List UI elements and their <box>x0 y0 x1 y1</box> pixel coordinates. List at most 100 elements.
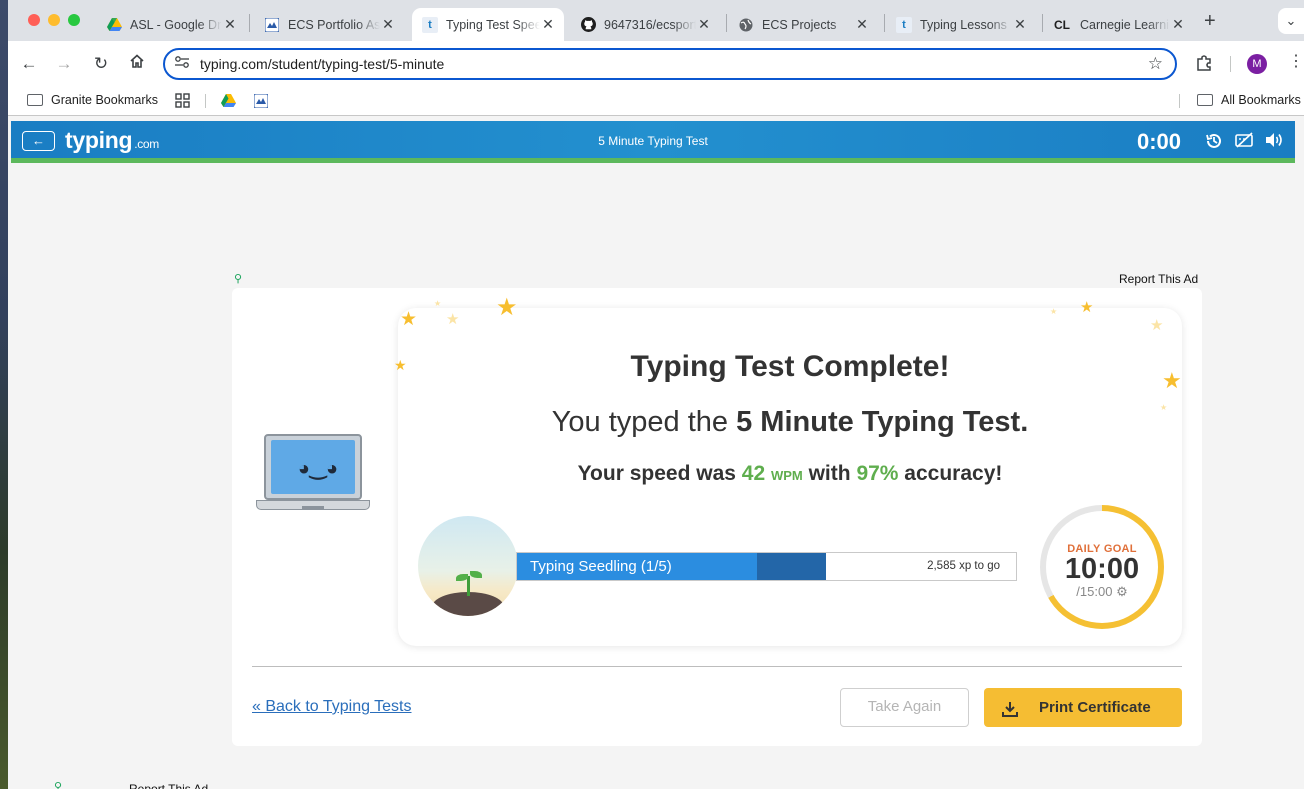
folder-icon <box>1197 94 1213 106</box>
all-bookmarks-label: All Bookmarks <box>1221 93 1301 107</box>
page-content: ← typing .com 5 Minute Typing Test 0:00 ⚲… <box>8 116 1304 789</box>
tab-title: Carnegie Learning <box>1080 17 1170 32</box>
laptop-screen-display: ◕‿◕ <box>271 440 355 494</box>
test-title: 5 Minute Typing Test <box>598 134 708 148</box>
star-icon: ★ <box>496 294 518 321</box>
level-progress-gained <box>756 553 827 580</box>
results-heading: Typing Test Complete! <box>630 350 950 383</box>
close-tab-icon[interactable]: ✕ <box>222 16 238 33</box>
accuracy-value: 97% <box>856 462 899 485</box>
tab-title: 9647316/ecsportfolio <box>604 17 696 32</box>
daily-goal-ring[interactable]: DAILY GOAL 10:00 /15:00 ⚙ <box>1040 505 1164 629</box>
granite-icon <box>264 17 280 33</box>
close-tab-icon[interactable]: ✕ <box>540 16 556 33</box>
url-text: typing.com/student/typing-test/5-minute <box>200 56 445 72</box>
maximize-window-button[interactable] <box>68 14 80 26</box>
keyboard-off-icon[interactable] <box>1233 131 1255 153</box>
tab-strip: ASL - Google Drive ✕ ECS Portfolio Assig… <box>8 0 1304 41</box>
ad-choices-icon[interactable]: ⚲ <box>54 780 62 789</box>
browser-toolbar: ← → ↻ typing.com/student/typing-test/5-m… <box>8 41 1304 87</box>
home-icon[interactable] <box>126 53 148 75</box>
daily-goal-inner: DAILY GOAL 10:00 /15:00 ⚙ <box>1046 511 1158 623</box>
tab-typing-test-active[interactable]: t Typing Test Speed ✕ <box>412 8 564 41</box>
daily-goal-total: /15:00 ⚙ <box>1046 584 1158 600</box>
speed-prefix: Your speed was <box>577 462 742 485</box>
bookmarks-bar: Granite Bookmarks All Bookmarks <box>8 87 1304 115</box>
tab-title: Typing Lessons <box>920 17 1007 32</box>
bookmark-google-drive-icon[interactable] <box>221 94 236 107</box>
tab-ecs-portfolio[interactable]: ECS Portfolio Assignment ✕ <box>254 8 404 41</box>
desktop-background <box>0 0 8 789</box>
bookmark-granite-icon[interactable] <box>254 94 268 108</box>
close-tab-icon[interactable]: ✕ <box>1012 16 1028 33</box>
xp-to-go: 2,585 xp to go <box>927 560 1000 572</box>
tab-ecs-projects[interactable]: ECS Projects ✕ <box>728 8 878 41</box>
tab-title: ECS Projects <box>762 17 837 32</box>
close-tab-icon[interactable]: ✕ <box>1170 16 1186 33</box>
browser-window: ASL - Google Drive ✕ ECS Portfolio Assig… <box>8 0 1304 789</box>
typing-header-bar: ← typing .com 5 Minute Typing Test 0:00 <box>11 121 1295 162</box>
bookmark-star-icon[interactable]: ☆ <box>1148 54 1163 74</box>
google-drive-icon <box>106 17 122 33</box>
tab-separator <box>726 14 727 32</box>
speech-bubble-tail <box>380 456 400 492</box>
laptop-trackpad <box>302 506 324 509</box>
tab-github[interactable]: 9647316/ecsportfolio ✕ <box>570 8 720 41</box>
bookmark-separator <box>205 94 206 108</box>
tab-carnegie-learning[interactable]: CL Carnegie Learning ✕ <box>1044 8 1194 41</box>
github-icon <box>580 17 596 33</box>
divider <box>252 666 1182 667</box>
star-icon: ★ <box>1050 307 1058 316</box>
reload-icon[interactable]: ↻ <box>90 53 112 75</box>
sprout-leaf <box>470 571 482 578</box>
seedling-badge-icon <box>418 516 518 616</box>
tab-title: Typing Test Speed <box>446 17 540 32</box>
report-ad-link[interactable]: Report This Ad <box>1119 272 1198 286</box>
sprout-stem <box>467 576 470 596</box>
history-icon[interactable] <box>1203 131 1225 153</box>
apps-grid-icon[interactable] <box>175 93 190 108</box>
tab-search-dropdown-icon[interactable]: ⌄ <box>1278 8 1304 34</box>
tab-asl[interactable]: ASL - Google Drive ✕ <box>96 8 246 41</box>
extensions-puzzle-icon[interactable] <box>1194 53 1214 73</box>
new-tab-button[interactable]: + <box>1204 10 1216 33</box>
minimize-window-button[interactable] <box>48 14 60 26</box>
site-settings-icon[interactable] <box>173 55 191 73</box>
download-icon <box>1002 688 1018 727</box>
bookmark-separator <box>1179 94 1180 108</box>
back-arrow-icon[interactable]: ← <box>18 53 40 75</box>
typed-prefix: You typed the <box>551 406 737 438</box>
tab-separator <box>1042 14 1043 32</box>
print-certificate-button[interactable]: Print Certificate <box>984 688 1182 727</box>
close-window-button[interactable] <box>28 14 40 26</box>
tab-title: ECS Portfolio Assignment <box>288 17 380 32</box>
all-bookmarks[interactable]: All Bookmarks <box>1197 93 1301 107</box>
tab-separator <box>884 14 885 32</box>
close-tab-icon[interactable]: ✕ <box>854 16 870 33</box>
laptop-mascot-icon: ◕‿◕ <box>264 434 362 500</box>
bookmark-folder-granite[interactable]: Granite Bookmarks <box>27 93 158 107</box>
gear-icon[interactable]: ⚙ <box>1116 584 1128 599</box>
address-bar[interactable]: typing.com/student/typing-test/5-minute … <box>163 48 1177 80</box>
back-to-typing-tests-link[interactable]: « Back to Typing Tests <box>252 698 412 716</box>
daily-goal-total-value: /15:00 <box>1076 584 1113 599</box>
star-icon: ★ <box>1080 299 1094 316</box>
typed-test-line: You typed the 5 Minute Typing Test. <box>398 406 1182 439</box>
ad-choices-icon[interactable]: ⚲ <box>234 272 242 285</box>
level-progress-bar: Typing Seedling (1/5) 2,585 xp to go <box>516 552 1017 581</box>
volume-icon[interactable] <box>1263 131 1285 153</box>
globe-icon <box>738 17 754 33</box>
close-tab-icon[interactable]: ✕ <box>696 16 712 33</box>
tab-typing-lessons[interactable]: t Typing Lessons ✕ <box>886 8 1036 41</box>
take-again-button[interactable]: Take Again <box>840 688 969 727</box>
report-ad-link[interactable]: Report This Ad <box>129 782 208 789</box>
wpm-unit: WPM <box>770 468 803 483</box>
profile-avatar[interactable]: M <box>1247 54 1267 74</box>
daily-goal-time: 10:00 <box>1064 553 1140 585</box>
browser-menu-icon[interactable]: ⋮ <box>1288 51 1304 71</box>
tab-separator <box>249 14 250 32</box>
star-icon: ★ <box>1150 317 1164 334</box>
print-certificate-label: Print Certificate <box>1039 699 1151 716</box>
close-tab-icon[interactable]: ✕ <box>380 16 396 33</box>
forward-arrow-icon[interactable]: → <box>53 53 75 75</box>
